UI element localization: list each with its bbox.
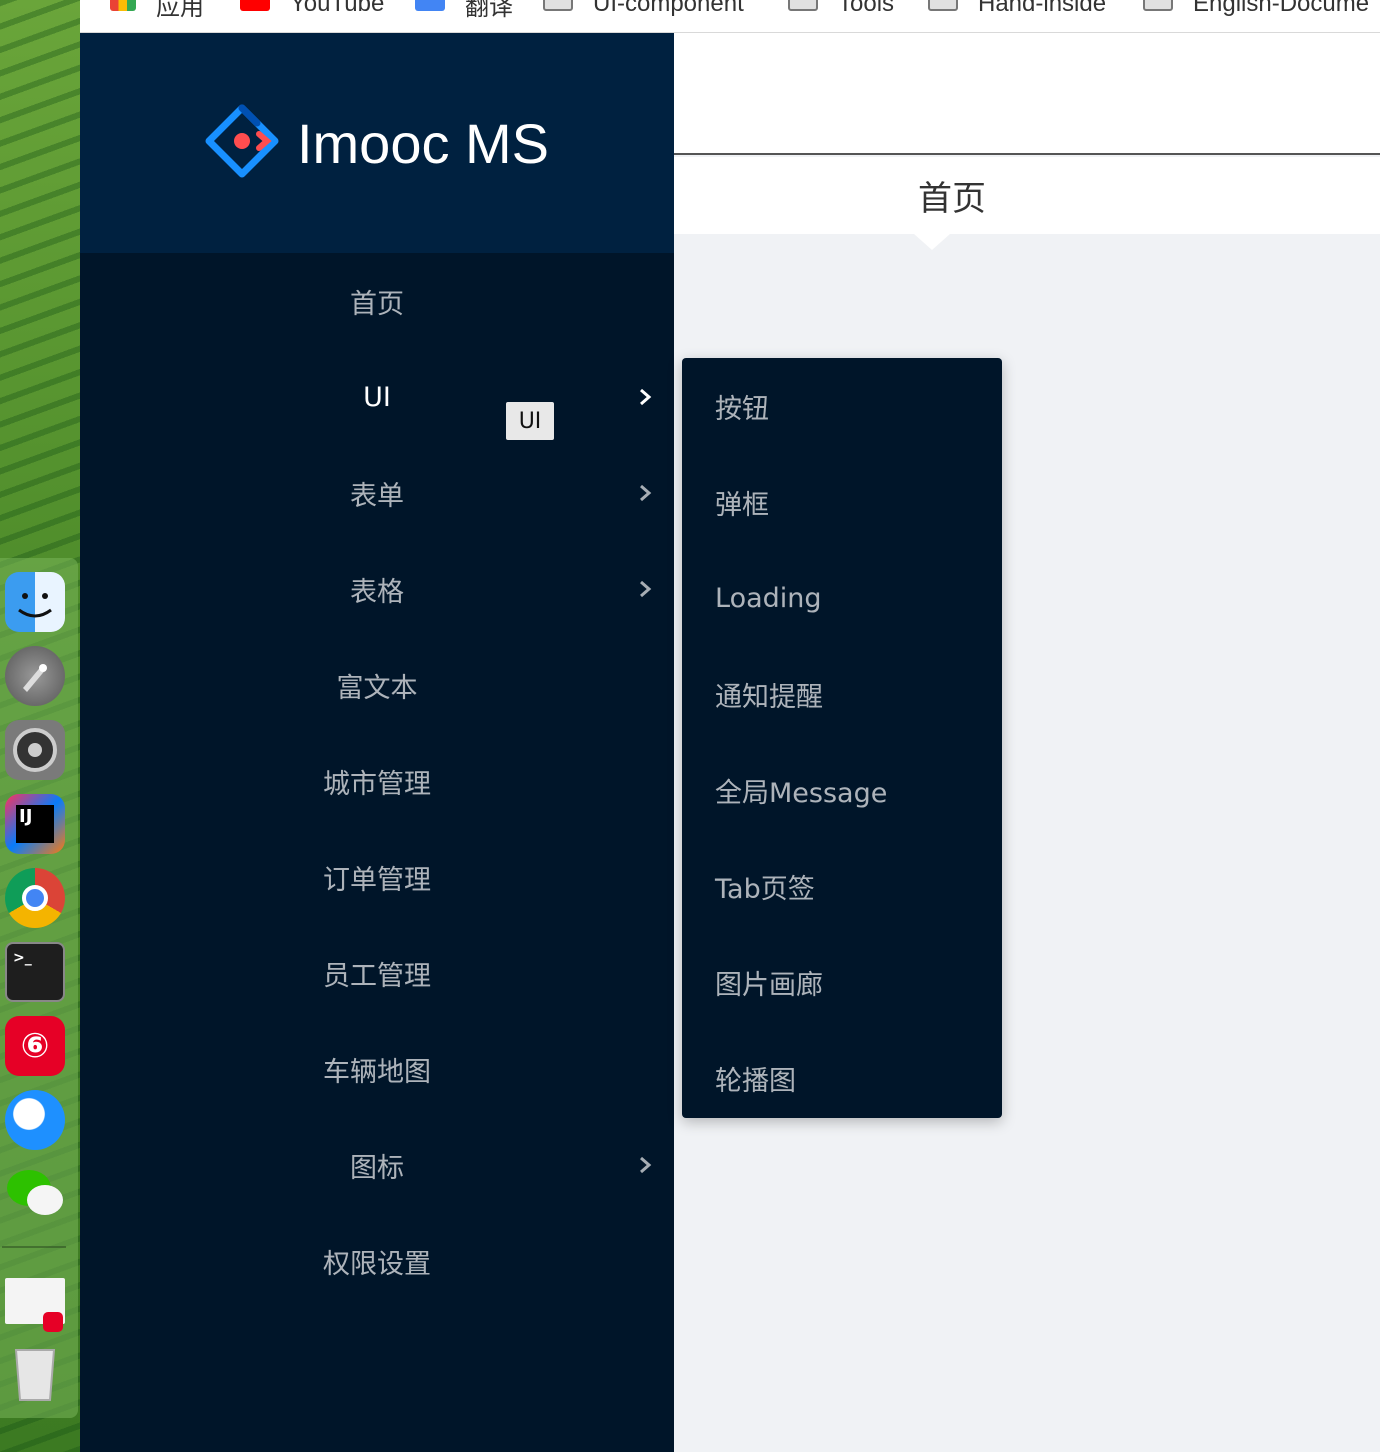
- bookmark-label: English-Docume: [1193, 0, 1370, 17]
- apps-grid-icon: [110, 0, 136, 11]
- menu-item-label: UI: [363, 381, 391, 413]
- submenu-item-label: Loading: [715, 582, 822, 614]
- folder-icon: [788, 0, 818, 11]
- ui-tooltip: UI: [506, 402, 554, 440]
- folder-icon: [928, 0, 958, 11]
- menu-item-order[interactable]: 订单管理: [80, 829, 674, 925]
- submenu-item-message[interactable]: 全局Message: [682, 742, 1002, 838]
- ant-design-logo-icon: [205, 104, 279, 182]
- submenu-item-label: 通知提醒: [715, 681, 823, 713]
- breadcrumb: 首页: [674, 157, 1380, 234]
- menu-item-city[interactable]: 城市管理: [80, 733, 674, 829]
- chrome-icon[interactable]: [5, 868, 65, 928]
- submenu-item-label: 弹框: [715, 489, 769, 521]
- submenu-item-label: Tab页签: [715, 873, 815, 905]
- bookmark-translate[interactable]: 翻译: [415, 0, 513, 21]
- menu-item-staff[interactable]: 员工管理: [80, 925, 674, 1021]
- folder-icon: [543, 0, 573, 11]
- submenu-item-modals[interactable]: 弹框: [682, 454, 1002, 550]
- menu-item-form[interactable]: 表单: [80, 445, 674, 541]
- bookmark-label: UI-component: [593, 0, 744, 17]
- ui-submenu-popup: 按钮 弹框 Loading 通知提醒 全局Message Tab页签 图片画廊 …: [682, 358, 1002, 1118]
- menu-item-ui[interactable]: UI: [80, 349, 674, 445]
- dock-separator: [2, 1246, 66, 1248]
- submenu-item-tabs[interactable]: Tab页签: [682, 838, 1002, 934]
- intellij-icon[interactable]: IJ: [5, 794, 65, 854]
- bookmark-label: Hand-inside: [978, 0, 1107, 17]
- wechat-icon[interactable]: [5, 1164, 65, 1224]
- submenu-item-notification[interactable]: 通知提醒: [682, 646, 1002, 742]
- brand-title: Imooc MS: [296, 111, 550, 175]
- menu-item-label: 图标: [350, 1152, 404, 1184]
- menu-item-vehicle-map[interactable]: 车辆地图: [80, 1021, 674, 1117]
- terminal-icon[interactable]: >_: [5, 942, 65, 1002]
- bookmarks-bar: 应用 YouTube 翻译 UI-component Tools Hand-in…: [80, 0, 1380, 33]
- menu-item-table[interactable]: 表格: [80, 541, 674, 637]
- logo-area: Imooc MS: [80, 33, 674, 253]
- menu-item-label: 订单管理: [323, 864, 431, 896]
- menu-item-home[interactable]: 首页: [80, 253, 674, 349]
- bookmark-hand-inside[interactable]: Hand-inside: [928, 0, 1106, 18]
- bookmark-label: Tools: [838, 0, 895, 17]
- menu-item-icons[interactable]: 图标: [80, 1117, 674, 1213]
- bookmark-youtube[interactable]: YouTube: [240, 0, 384, 18]
- submenu-item-label: 按钮: [715, 393, 769, 425]
- submenu-item-label: 轮播图: [715, 1065, 796, 1097]
- page-title: 首页: [918, 179, 986, 219]
- bookmark-label: 应用: [156, 0, 204, 21]
- bookmark-label: YouTube: [290, 0, 385, 17]
- launchpad-icon[interactable]: [5, 646, 65, 706]
- menu-item-label: 车辆地图: [323, 1056, 431, 1088]
- preview-thumbnail-icon[interactable]: [5, 1278, 65, 1332]
- bookmark-ui-component[interactable]: UI-component: [543, 0, 744, 18]
- trash-icon[interactable]: [5, 1342, 65, 1402]
- folder-icon: [1143, 0, 1173, 11]
- chevron-right-icon: [640, 388, 652, 406]
- submenu-item-buttons[interactable]: 按钮: [682, 358, 1002, 454]
- header: [674, 33, 1380, 155]
- bookmark-apps[interactable]: 应用: [110, 0, 204, 21]
- breadcrumb-caret: [914, 234, 950, 250]
- bookmark-label: 翻译: [465, 0, 513, 21]
- dock: IJ >_ ⑥: [0, 558, 78, 1418]
- youtube-icon: [240, 0, 270, 11]
- system-preferences-icon[interactable]: [5, 720, 65, 780]
- sidebar: Imooc MS 首页 UI 表单 表格 富文本 城市管理 订单管理 员工管理 …: [80, 33, 674, 1452]
- main-menu: 首页 UI 表单 表格 富文本 城市管理 订单管理 员工管理 车辆地图 图标 权…: [80, 253, 674, 1309]
- netease-music-icon[interactable]: ⑥: [5, 1016, 65, 1076]
- submenu-item-label: 全局Message: [715, 777, 888, 809]
- menu-item-label: 权限设置: [323, 1248, 431, 1280]
- cloud-drive-icon[interactable]: [5, 1090, 65, 1150]
- menu-item-rich-text[interactable]: 富文本: [80, 637, 674, 733]
- menu-item-label: 员工管理: [323, 960, 431, 992]
- submenu-item-carousel[interactable]: 轮播图: [682, 1030, 1002, 1126]
- submenu-item-label: 图片画廊: [715, 969, 823, 1001]
- chevron-right-icon: [640, 580, 652, 598]
- menu-item-label: 首页: [350, 288, 404, 320]
- bookmark-tools[interactable]: Tools: [788, 0, 894, 18]
- submenu-item-gallery[interactable]: 图片画廊: [682, 934, 1002, 1030]
- menu-item-label: 富文本: [336, 672, 418, 704]
- translate-icon: [415, 0, 445, 11]
- menu-item-permission[interactable]: 权限设置: [80, 1213, 674, 1309]
- menu-item-label: 表格: [350, 576, 404, 608]
- bookmark-english-docume[interactable]: English-Docume: [1143, 0, 1369, 18]
- finder-icon[interactable]: [5, 572, 65, 632]
- menu-item-label: 表单: [350, 480, 404, 512]
- chevron-right-icon: [640, 484, 652, 502]
- submenu-item-loading[interactable]: Loading: [682, 550, 1002, 646]
- menu-item-label: 城市管理: [323, 768, 431, 800]
- chevron-right-icon: [640, 1156, 652, 1174]
